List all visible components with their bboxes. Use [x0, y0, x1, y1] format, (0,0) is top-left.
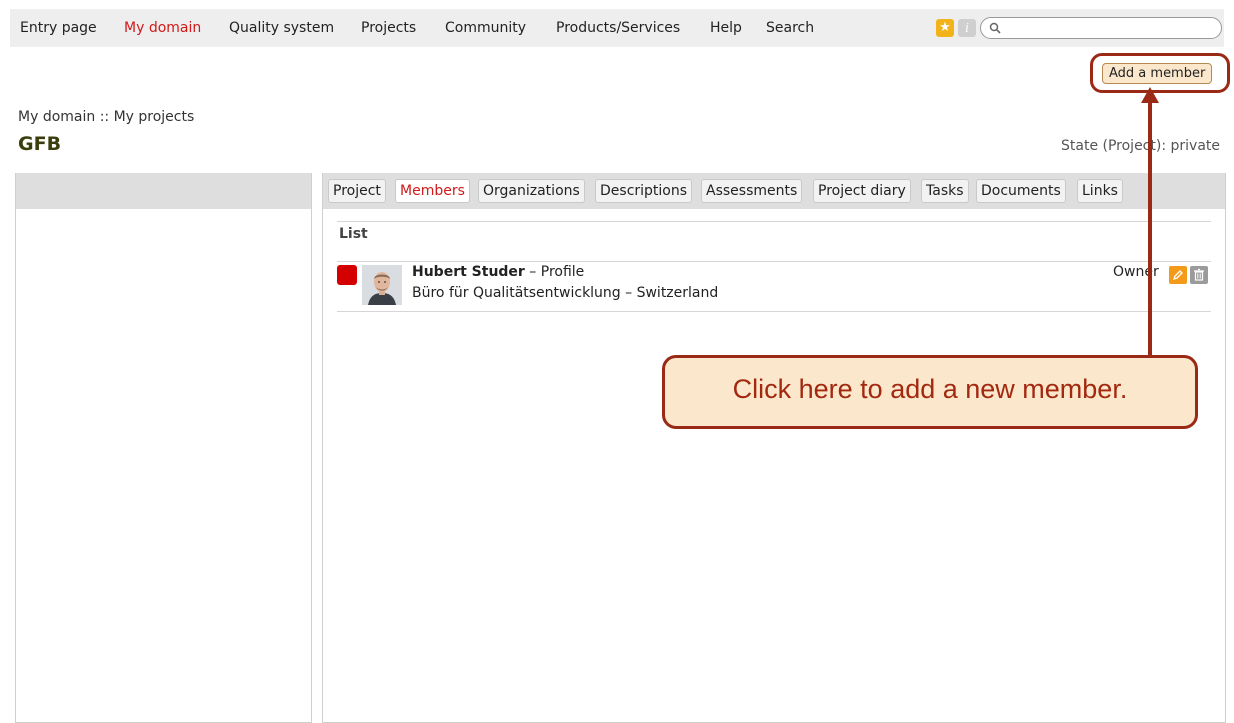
callout-highlight-ring: [1090, 53, 1230, 93]
nav-item-entry-page[interactable]: Entry page: [20, 20, 97, 36]
search-input[interactable]: [980, 17, 1222, 39]
tab-descriptions[interactable]: Descriptions: [595, 179, 693, 203]
status-indicator: [337, 265, 357, 285]
member-separator: –: [524, 264, 541, 280]
nav-item-projects[interactable]: Projects: [361, 20, 416, 36]
avatar: [362, 265, 402, 305]
tab-assessments[interactable]: Assessments: [701, 179, 803, 203]
main-panel: [322, 173, 1226, 723]
search-icon: [989, 22, 1001, 34]
callout-arrow-line: [1148, 100, 1152, 358]
tab-links[interactable]: Links: [1077, 179, 1123, 203]
nav-item-search[interactable]: Search: [766, 20, 814, 36]
list-label: List: [339, 226, 368, 242]
tab-members[interactable]: Members: [395, 179, 470, 203]
tab-tasks[interactable]: Tasks: [921, 179, 969, 203]
list-divider-bottom: [337, 311, 1211, 312]
nav-item-quality-system[interactable]: Quality system: [229, 20, 334, 36]
nav-item-my-domain[interactable]: My domain: [124, 20, 201, 36]
tab-organizations[interactable]: Organizations: [478, 179, 585, 203]
tab-project[interactable]: Project: [328, 179, 386, 203]
nav-item-help[interactable]: Help: [710, 20, 742, 36]
breadcrumb: My domain :: My projects: [18, 109, 195, 125]
member-name[interactable]: Hubert Studer: [412, 264, 525, 280]
tab-project-diary[interactable]: Project diary: [813, 179, 911, 203]
trash-icon[interactable]: [1190, 266, 1208, 284]
callout-text: Click here to add a new member.: [732, 374, 1128, 404]
profile-link[interactable]: Profile: [541, 264, 585, 280]
top-navigation-bar: Entry page My domain Quality system Proj…: [10, 9, 1224, 47]
page-title: GFB: [18, 133, 62, 155]
edit-icon[interactable]: [1169, 266, 1187, 284]
nav-item-community[interactable]: Community: [445, 20, 526, 36]
member-organization: Büro für Qualitätsentwicklung – Switzerl…: [412, 285, 719, 301]
left-panel: [15, 173, 312, 723]
info-icon[interactable]: i: [958, 19, 976, 37]
project-state: State (Project): private: [1061, 138, 1220, 154]
tab-documents[interactable]: Documents: [976, 179, 1066, 203]
member-name-line: Hubert Studer – Profile: [412, 264, 584, 280]
list-divider-header: [337, 261, 1211, 262]
star-icon[interactable]: ★: [936, 19, 954, 37]
list-divider-top: [337, 221, 1211, 222]
callout-arrow-head: [1141, 87, 1159, 103]
nav-item-products-services[interactable]: Products/Services: [556, 20, 680, 36]
